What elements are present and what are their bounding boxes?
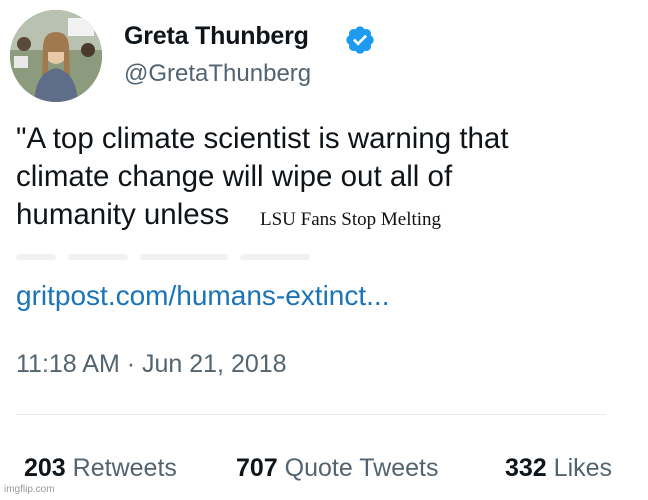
retweets-label: Retweets: [72, 454, 177, 482]
likes-stat[interactable]: 332 Likes: [505, 454, 612, 483]
verified-badge-icon: [346, 26, 374, 54]
quote-tweets-stat[interactable]: 707 Quote Tweets: [236, 454, 438, 483]
quote-tweets-count: 707: [236, 454, 278, 482]
display-name[interactable]: Greta Thunberg: [124, 22, 309, 51]
retweets-count: 203: [24, 454, 66, 482]
likes-label: Likes: [553, 454, 613, 482]
avatar[interactable]: [10, 10, 102, 102]
retweets-stat[interactable]: 203 Retweets: [24, 454, 177, 483]
divider: [16, 414, 606, 415]
likes-count: 332: [505, 454, 547, 482]
handle[interactable]: @GretaThunberg: [124, 60, 311, 88]
tweet-text-line: "A top climate scientist is warning that: [16, 122, 509, 155]
erased-text-remnant: [16, 246, 346, 268]
article-link[interactable]: gritpost.com/humans-extinct...: [16, 280, 389, 312]
tweet-text-line: climate change will wipe out all of: [16, 160, 453, 193]
profile-photo-icon: [10, 10, 102, 102]
watermark: imgflip.com: [4, 484, 55, 495]
quote-tweets-label: Quote Tweets: [284, 454, 439, 482]
overlay-caption: LSU Fans Stop Melting: [256, 207, 448, 234]
tweet-timestamp[interactable]: 11:18 AM · Jun 21, 2018: [16, 350, 287, 379]
